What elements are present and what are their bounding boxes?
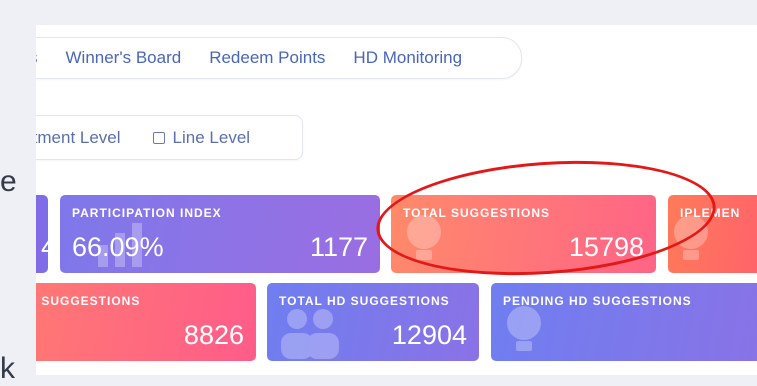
stat-title: S SUGGESTIONS	[36, 294, 141, 308]
lightbulb-icon	[507, 306, 541, 351]
department-level-option[interactable]: rtment Level	[36, 128, 121, 148]
stat-percent: 66.09%	[72, 232, 164, 262]
nav-item-hd-monitoring[interactable]: HD Monitoring	[339, 48, 476, 68]
dashboard-panel: s Winner's Board Redeem Points HD Monito…	[36, 25, 757, 375]
nav-item-winners-board[interactable]: Winner's Board	[52, 48, 196, 68]
level-filter: rtment Level Line Level	[36, 115, 303, 160]
stat-title: PARTICIPATION INDEX	[72, 206, 222, 220]
line-level-option[interactable]: Line Level	[121, 127, 251, 148]
stat-card-pending-hd-suggestions[interactable]: PENDING HD SUGGESTIONS 8	[491, 283, 757, 361]
stat-card-participation-index[interactable]: PARTICIPATION INDEX 66.09% 1177	[60, 195, 380, 273]
stat-value: 4	[41, 232, 48, 263]
stat-title: PENDING HD SUGGESTIONS	[503, 294, 692, 308]
left-edge-strip: e k	[0, 0, 36, 385]
line-level-label: Line Level	[172, 127, 251, 147]
line-level-checkbox[interactable]	[152, 131, 165, 144]
stat-card-implemented[interactable]: IPLEMEN	[668, 195, 757, 273]
top-nav: s Winner's Board Redeem Points HD Monito…	[36, 37, 522, 79]
users-icon	[281, 309, 339, 359]
stat-title: TOTAL SUGGESTIONS	[403, 206, 551, 220]
stat-value: 12904	[391, 320, 467, 350]
nav-item-redeem-points[interactable]: Redeem Points	[195, 48, 339, 68]
stat-value: 1177	[309, 232, 368, 262]
nav-item-partial[interactable]: s	[36, 48, 52, 68]
stat-card-suggestions[interactable]: S SUGGESTIONS 8826	[36, 283, 256, 361]
stat-card-total-hd-suggestions[interactable]: TOTAL HD SUGGESTIONS 12904	[267, 283, 479, 361]
stat-card-total-suggestions[interactable]: TOTAL SUGGESTIONS 15798	[391, 195, 656, 273]
left-text-fragment: k	[0, 352, 15, 385]
stat-title: TOTAL HD SUGGESTIONS	[279, 294, 450, 308]
stat-value: 15798	[568, 232, 644, 262]
stat-card-partial-left[interactable]: 4	[36, 195, 48, 273]
left-text-fragment: e	[0, 165, 17, 198]
stat-value: 8826	[183, 320, 244, 350]
stat-title: IPLEMEN	[680, 206, 741, 220]
department-level-label: rtment Level	[36, 127, 121, 147]
